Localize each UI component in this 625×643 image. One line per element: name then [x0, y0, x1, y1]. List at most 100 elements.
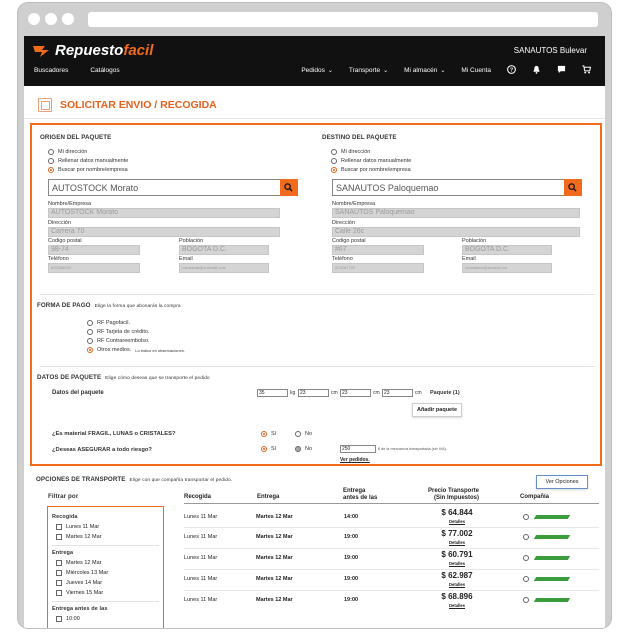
- row-detalles-link[interactable]: Detalles: [437, 603, 477, 608]
- fragil-yes[interactable]: Sí: [261, 431, 276, 437]
- filter-label: Miércoles 13 Mar: [66, 570, 109, 576]
- radio-selected-icon: [331, 167, 337, 173]
- radio-selected-icon: [87, 347, 93, 353]
- origen-poblacion-field[interactable]: BOGOTA D.C.: [179, 245, 269, 255]
- filter-entrega-martes[interactable]: Martes 12 Mar: [56, 560, 101, 566]
- height-input[interactable]: 23: [382, 389, 413, 397]
- transporte-title-text: OPCIONES DE TRANSPORTE: [36, 476, 126, 483]
- destino-option-buscar[interactable]: Buscar por nombre/empresa: [331, 167, 411, 173]
- pago-option-contrareembolso[interactable]: RF Contrareembolso.: [87, 338, 150, 344]
- destino-search-input[interactable]: SANAUTOS Paloquemao: [332, 179, 582, 196]
- row-detalles-link[interactable]: Detalles: [437, 519, 477, 524]
- length-input[interactable]: 23: [298, 389, 329, 397]
- nav-catalogos[interactable]: Catálogos: [90, 67, 119, 74]
- origen-nombre-field[interactable]: AUTOSTOCK Morato: [48, 208, 280, 218]
- origen-option-buscar[interactable]: Buscar por nombre/empresa: [48, 167, 128, 173]
- origen-telefono-field[interactable]: 602488002: [48, 263, 140, 273]
- window-dot-icon[interactable]: [28, 13, 40, 25]
- bell-icon[interactable]: [532, 65, 541, 76]
- origen-direccion-field[interactable]: Carrera 70: [48, 227, 280, 237]
- filter-label: Lunes 11 Mar: [66, 524, 100, 530]
- divider: [52, 545, 159, 546]
- pago-option-otros[interactable]: Otros medios. Lo indico en observaciones.: [87, 347, 185, 353]
- origen-search-input[interactable]: AUTOSTOCK Morato: [48, 179, 298, 196]
- paquete-row-label: Datos del paquete: [52, 390, 104, 396]
- filter-entrega-miercoles[interactable]: Miércoles 13 Mar: [56, 570, 108, 576]
- destino-poblacion-label: Población: [462, 238, 487, 244]
- destino-option-mi-direccion[interactable]: Mi dirección: [331, 149, 370, 155]
- company-logo-icon: [533, 535, 571, 539]
- destino-direccion-field[interactable]: Calle 26c: [332, 227, 580, 237]
- row-entrega: Martes 12 Mar: [256, 534, 293, 540]
- filter-recogida-martes[interactable]: Martes 12 Mar: [56, 534, 101, 540]
- company-logo-icon: [533, 598, 571, 602]
- asegurar-no[interactable]: No: [295, 446, 312, 452]
- destino-option-manual[interactable]: Rellenar datos manualmente: [331, 158, 411, 164]
- pago-title: FORMA DE PAGO Elige la forma que abonarás…: [37, 302, 181, 309]
- paquete-title: DATOS DE PAQUETE Elige cómo deseas que se…: [37, 374, 210, 381]
- width-input[interactable]: 23: [340, 389, 371, 397]
- asegurar-yes-label: Sí: [271, 446, 277, 452]
- insure-value-input[interactable]: 250: [340, 445, 376, 453]
- row-detalles-link[interactable]: Detalles: [437, 561, 477, 566]
- ver-opciones-button[interactable]: Ver Opciones: [536, 475, 588, 489]
- transporte-title: OPCIONES DE TRANSPORTE Elige con que comp…: [36, 476, 232, 483]
- fragil-no[interactable]: No: [295, 431, 312, 437]
- destino-telefono-field[interactable]: 913267700: [332, 263, 424, 273]
- origen-telefono-label: Teléfono: [48, 256, 69, 262]
- radio-icon[interactable]: [523, 514, 529, 520]
- help-icon[interactable]: ?: [507, 65, 516, 76]
- radio-selected-icon: [261, 446, 267, 452]
- radio-icon[interactable]: [523, 534, 529, 540]
- pago-option-pagofacil[interactable]: RF Pagofacil.: [87, 320, 130, 326]
- radio-icon[interactable]: [523, 576, 529, 582]
- pago-option-label: Otros medios.: [97, 347, 132, 353]
- destino-cp-field[interactable]: #67: [332, 245, 424, 255]
- col-entrega: Entrega: [257, 494, 280, 500]
- nav-mi-cuenta[interactable]: Mi Cuenta: [461, 67, 491, 74]
- radio-icon[interactable]: [523, 555, 529, 561]
- nav-mi-almacen[interactable]: Mi almacén ⌄: [404, 67, 445, 74]
- filter-entrega-viernes[interactable]: Viernes 15 Mar: [56, 590, 103, 596]
- row-detalles-link[interactable]: Detalles: [437, 582, 477, 587]
- radio-icon[interactable]: [523, 597, 529, 603]
- origen-email-field[interactable]: comercial@autos88.com: [179, 263, 269, 273]
- weight-input[interactable]: 35: [257, 389, 288, 397]
- filter-label: Viernes 15 Mar: [66, 590, 104, 596]
- col-precio-1: Precio Transporte: [428, 488, 480, 494]
- destino-nombre-field[interactable]: SANAUTOS Paloquemao: [332, 208, 580, 218]
- address-bar[interactable]: [88, 12, 598, 27]
- logo[interactable]: Repuesto facil: [32, 42, 153, 59]
- cart-icon[interactable]: [582, 65, 592, 76]
- row-recogida: Lunes 11 Mar: [184, 576, 218, 582]
- nav-transporte[interactable]: Transporte ⌄: [349, 67, 388, 74]
- origen-option-manual[interactable]: Rellenar datos manualmente: [48, 158, 128, 164]
- origen-option-mi-direccion[interactable]: Mi dirección: [48, 149, 87, 155]
- pago-option-tarjeta[interactable]: RF Tarjeta de crédito.: [87, 329, 149, 335]
- window-dot-icon[interactable]: [62, 13, 74, 25]
- filter-antes-10[interactable]: 10:00: [56, 616, 80, 622]
- ver-pedidos-link[interactable]: Ver pedidos.: [340, 457, 370, 463]
- user-name[interactable]: SANAUTOS Bulevar: [514, 46, 587, 55]
- filter-entrega-jueves[interactable]: Jueves 14 Mar: [56, 580, 102, 586]
- radio-icon: [331, 149, 337, 155]
- row-detalles-link[interactable]: Detalles: [437, 540, 477, 545]
- chat-icon[interactable]: [557, 65, 566, 76]
- destino-email-field[interactable]: recambios@sanauto.es: [462, 263, 552, 273]
- row-recogida: Lunes 11 Mar: [184, 597, 218, 603]
- destino-email-label: Email: [462, 256, 476, 262]
- row-price: $ 60.791: [441, 550, 473, 559]
- origen-search-button[interactable]: [280, 179, 298, 196]
- nav-buscadores[interactable]: Buscadores: [34, 67, 68, 74]
- destino-poblacion-field[interactable]: BOGOTA D.C.: [462, 245, 552, 255]
- destino-search-button[interactable]: [564, 179, 582, 196]
- row-hora: 19:00: [344, 534, 359, 540]
- origen-cp-field[interactable]: 98-74: [48, 245, 140, 255]
- filter-recogida-lunes[interactable]: Lunes 11 Mar: [56, 524, 99, 530]
- window-dot-icon[interactable]: [45, 13, 57, 25]
- nav-pedidos[interactable]: Pedidos ⌄: [301, 67, 333, 74]
- filter-entrega-title: Entrega: [52, 550, 74, 556]
- add-package-button[interactable]: Añadir paquete: [412, 403, 462, 417]
- height-unit: cm: [415, 390, 422, 396]
- asegurar-yes[interactable]: Sí: [261, 446, 276, 452]
